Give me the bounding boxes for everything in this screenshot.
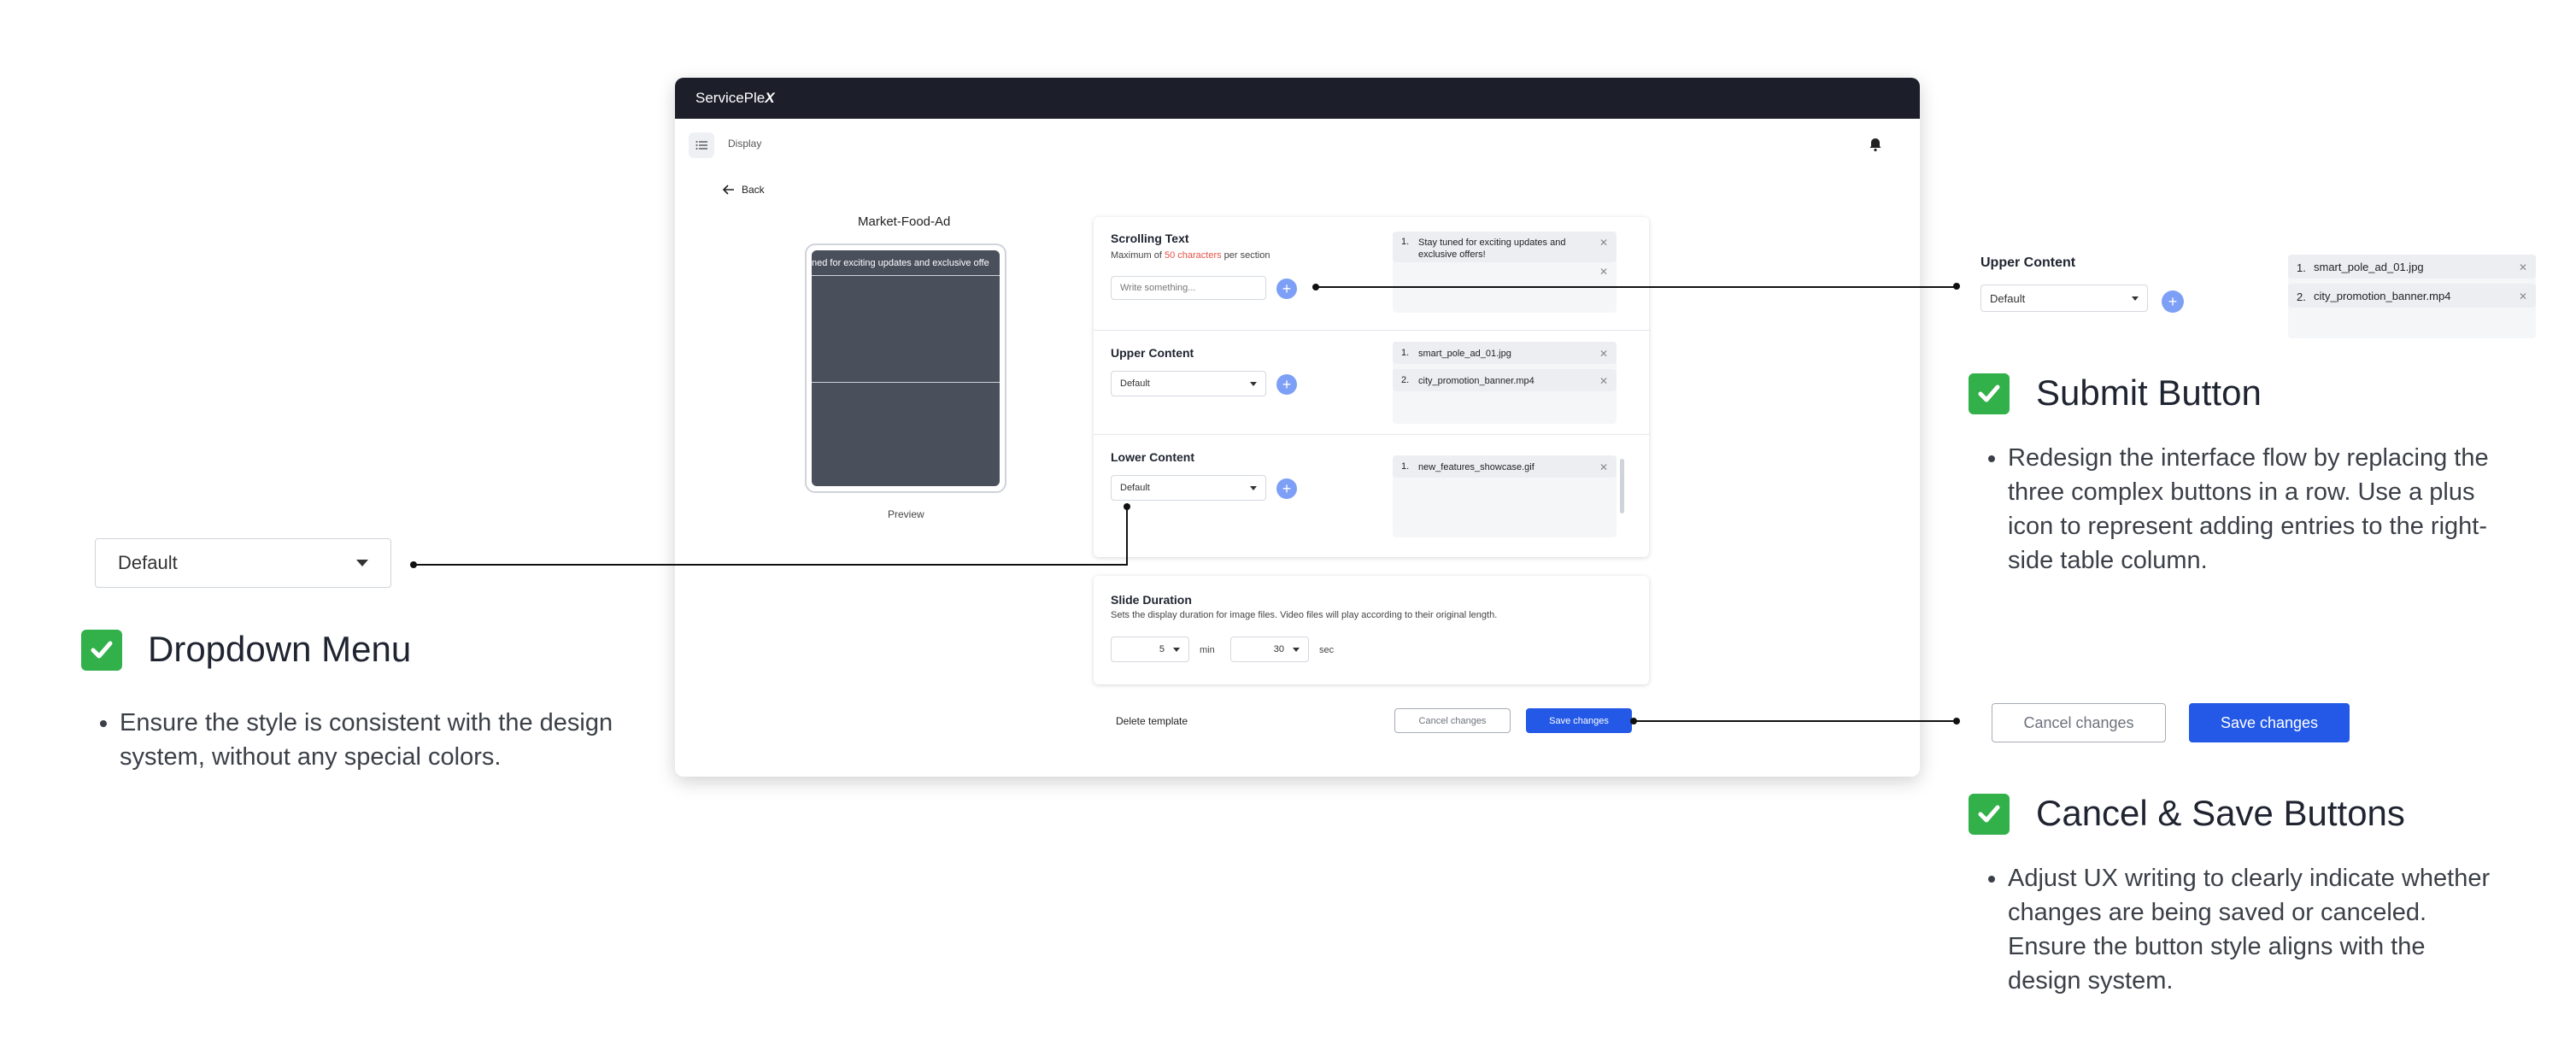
- lower-content-title: Lower Content: [1111, 450, 1194, 464]
- list-item: 1. Stay tuned for exciting updates and ex…: [1393, 232, 1617, 262]
- lower-content-list: 1. new_features_showcase.gif ✕: [1393, 455, 1617, 537]
- section-divider: [1094, 434, 1649, 435]
- connector-dot: [1630, 718, 1637, 725]
- back-link[interactable]: Back: [723, 184, 765, 196]
- submit-annotation-body: Redesign the interface flow by replacing…: [1979, 441, 2500, 578]
- scrolling-text-title: Scrolling Text: [1111, 232, 1189, 245]
- remove-item-icon[interactable]: ✕: [1596, 375, 1608, 387]
- back-label: Back: [742, 184, 765, 196]
- remove-item-icon[interactable]: ✕: [1596, 266, 1608, 278]
- top-bar: ServicePleX: [675, 78, 1920, 119]
- menu-list-icon[interactable]: [689, 132, 714, 158]
- preview-device: ned for exciting updates and exclusive o…: [805, 243, 1006, 493]
- connector-dot: [1312, 284, 1319, 290]
- slide-duration-subtitle: Sets the display duration for image file…: [1111, 610, 1498, 620]
- app-window: ServicePleX Display Back Market-Food-Ad …: [675, 78, 1920, 777]
- save-changes-sample: Save changes: [2189, 703, 2350, 742]
- chevron-down-icon: [2132, 296, 2139, 301]
- checkmark-icon: [1969, 373, 2010, 414]
- connector-dot: [1124, 503, 1130, 510]
- dropdown-annotation-title: Dropdown Menu: [148, 629, 412, 669]
- save-changes-button[interactable]: Save changes: [1526, 708, 1632, 733]
- checkmark-icon: [1969, 794, 2010, 835]
- submit-annotation-title: Submit Button: [2036, 373, 2262, 413]
- preview-divider: [812, 382, 1000, 383]
- submit-connector-line: [1316, 286, 1957, 288]
- close-icon: ✕: [2518, 261, 2527, 273]
- cancel-save-annotation-title: Cancel & Save Buttons: [2036, 793, 2405, 833]
- chevron-down-icon: [1250, 485, 1257, 490]
- connector-dot: [1953, 718, 1960, 725]
- cancel-changes-button[interactable]: Cancel changes: [1394, 708, 1511, 733]
- add-lower-content-button[interactable]: +: [1276, 478, 1297, 499]
- minutes-label: min: [1200, 645, 1215, 655]
- scrolling-text-input[interactable]: Write something...: [1111, 276, 1266, 300]
- dropdown-annotation-body: Ensure the style is consistent with the …: [91, 706, 620, 774]
- section-divider: [1094, 330, 1649, 331]
- slide-duration-card: Slide Duration Sets the display duration…: [1094, 576, 1649, 684]
- chevron-down-icon: [1250, 381, 1257, 386]
- remove-item-icon[interactable]: ✕: [1596, 461, 1608, 473]
- close-icon: ✕: [2518, 290, 2527, 302]
- delete-template-button[interactable]: Delete template: [1116, 715, 1188, 727]
- list-scrollbar[interactable]: [1620, 459, 1624, 513]
- list-item: 2. city_promotion_banner.mp4 ✕: [1393, 369, 1617, 391]
- list-item: 1. smart_pole_ad_01.jpg ✕: [1393, 342, 1617, 364]
- arrow-left-icon: [723, 185, 734, 195]
- list-item: 1. smart_pole_ad_01.jpg ✕: [2288, 255, 2536, 279]
- content-card: Scrolling Text Maximum of 50 characters …: [1094, 217, 1649, 557]
- remove-item-icon[interactable]: ✕: [1596, 237, 1608, 249]
- buttons-connector-line: [1634, 720, 1958, 722]
- add-upper-content-button[interactable]: +: [1276, 374, 1297, 395]
- checkmark-icon: [81, 630, 122, 671]
- upper-content-sample-list: 1. smart_pole_ad_01.jpg ✕ 2. city_promotion…: [2288, 255, 2536, 338]
- upper-content-dropdown[interactable]: Default: [1111, 371, 1266, 396]
- brand-logo: ServicePleX: [695, 90, 775, 106]
- lower-content-dropdown[interactable]: Default: [1111, 475, 1266, 501]
- slide-duration-title: Slide Duration: [1111, 593, 1192, 607]
- cancel-save-annotation-body: Adjust UX writing to clearly indicate wh…: [1979, 861, 2491, 998]
- cancel-changes-sample: Cancel changes: [1992, 703, 2166, 742]
- scrolling-text-subtitle: Maximum of 50 characters per section: [1111, 250, 1270, 261]
- remove-item-icon[interactable]: ✕: [1596, 348, 1608, 360]
- dropdown-connector-line: [414, 564, 1128, 566]
- preview-label: Preview: [888, 508, 924, 520]
- preview-screen: ned for exciting updates and exclusive o…: [812, 250, 1000, 486]
- list-item: 2. city_promotion_banner.mp4 ✕: [2288, 284, 2536, 308]
- connector-dot: [1953, 283, 1960, 290]
- dropdown-sample: Default: [95, 538, 391, 588]
- connector-dot: [410, 561, 417, 568]
- upper-content-list: 1. smart_pole_ad_01.jpg ✕ 2. city_promotion…: [1393, 342, 1617, 424]
- plus-icon-sample: +: [2162, 290, 2184, 313]
- dropdown-connector-line: [1126, 507, 1128, 566]
- add-scrolling-text-button[interactable]: +: [1276, 279, 1297, 299]
- upper-content-sample-title: Upper Content: [1980, 255, 2076, 270]
- list-item-empty: ✕: [1393, 266, 1617, 278]
- breadcrumb[interactable]: Display: [728, 138, 761, 150]
- upper-content-sample-dropdown: Default: [1980, 285, 2148, 312]
- preview-marquee: ned for exciting updates and exclusive o…: [812, 250, 1000, 276]
- seconds-select[interactable]: 30: [1230, 637, 1309, 662]
- chevron-down-icon: [1293, 647, 1300, 652]
- list-item: 1. new_features_showcase.gif ✕: [1393, 455, 1617, 478]
- chevron-down-icon: [1173, 647, 1180, 652]
- scrolling-text-list: 1. Stay tuned for exciting updates and ex…: [1393, 232, 1617, 313]
- chevron-down-icon: [356, 560, 368, 566]
- minutes-select[interactable]: 5: [1111, 637, 1189, 662]
- template-title: Market-Food-Ad: [858, 214, 951, 229]
- upper-content-title: Upper Content: [1111, 346, 1194, 360]
- notification-bell-icon[interactable]: [1868, 137, 1883, 152]
- seconds-label: sec: [1319, 645, 1335, 655]
